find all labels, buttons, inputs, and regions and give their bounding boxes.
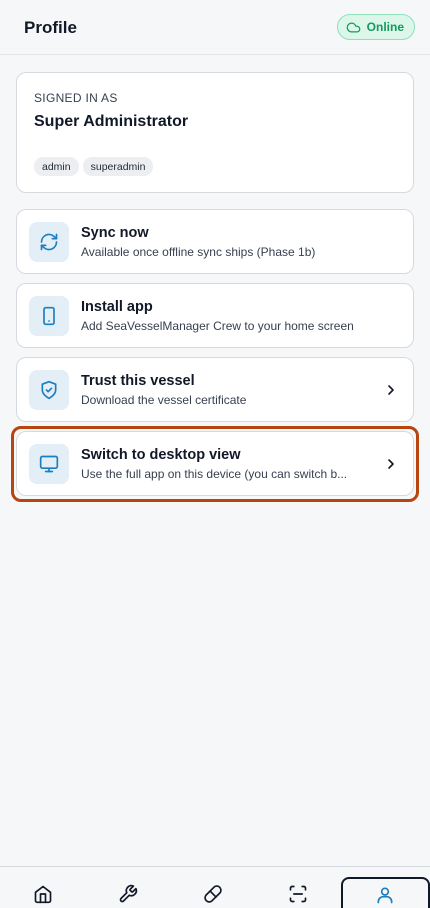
install-app-button[interactable]: Install app Add SeaVesselManager Crew to… — [16, 283, 414, 348]
page-title: Profile — [24, 18, 77, 37]
action-title: Sync now — [81, 225, 149, 241]
nav-profile[interactable] — [340, 877, 430, 908]
chevron-right-icon — [388, 459, 394, 469]
action-title: Switch to desktop view — [81, 447, 241, 463]
signed-in-card: SIGNED IN AS Super Administrator admin s… — [16, 72, 414, 193]
monitor-icon — [39, 455, 59, 473]
desktop-icon-tile — [29, 444, 69, 484]
action-subtitle: Use the full app on this device (you can… — [81, 467, 348, 481]
phone-icon — [43, 306, 55, 326]
action-subtitle: Download the vessel certificate — [81, 393, 247, 407]
status-label: Online — [366, 20, 404, 34]
trust-icon-tile — [29, 370, 69, 410]
sync-now-button[interactable]: Sync now Available once offline sync shi… — [16, 209, 414, 274]
user-icon — [377, 887, 393, 904]
cloud-icon — [346, 22, 360, 32]
pill-icon — [204, 885, 222, 903]
role-badge-admin: admin — [34, 157, 79, 176]
action-title: Trust this vessel — [81, 373, 195, 389]
home-icon — [34, 885, 51, 904]
sync-icon-tile — [29, 222, 69, 262]
user-name: Super Administrator — [34, 113, 189, 130]
switch-desktop-view-button[interactable]: Switch to desktop view Use the full app … — [16, 431, 414, 496]
action-subtitle: Available once offline sync ships (Phase… — [81, 245, 316, 259]
action-subtitle: Add SeaVesselManager Crew to your home s… — [81, 319, 354, 333]
role-badge-superadmin: superadmin — [82, 157, 154, 176]
trust-vessel-button[interactable]: Trust this vessel Download the vessel ce… — [16, 357, 414, 422]
online-status-badge: Online — [336, 14, 415, 40]
nav-home[interactable] — [0, 867, 85, 908]
role-list: admin superadmin — [34, 157, 154, 176]
nav-medical[interactable] — [170, 867, 255, 908]
nav-scan[interactable] — [256, 867, 341, 908]
install-icon-tile — [29, 296, 69, 336]
action-title: Install app — [81, 299, 153, 315]
wrench-icon — [119, 884, 137, 903]
shield-check-icon — [41, 380, 57, 400]
chevron-right-icon — [388, 385, 394, 395]
scan-icon — [289, 885, 307, 903]
bottom-nav — [0, 866, 430, 908]
refresh-icon — [40, 233, 58, 251]
app-header: Profile Online — [0, 0, 430, 55]
nav-maintenance[interactable] — [85, 867, 170, 908]
signed-in-label: SIGNED IN AS — [34, 91, 118, 105]
